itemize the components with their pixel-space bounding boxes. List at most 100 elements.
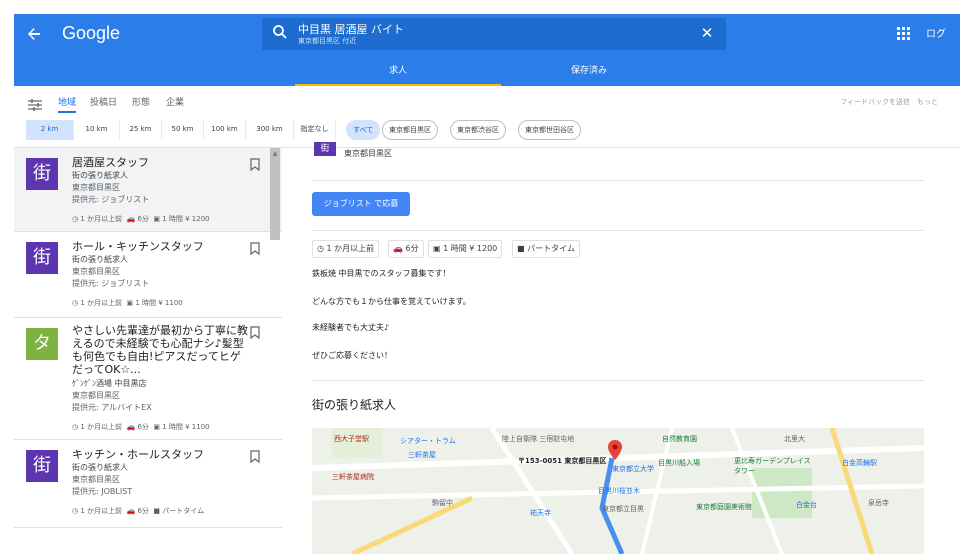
filter-bar: 地域 投稿日 形態 企業 フィードバックを送信 もっと (14, 88, 960, 116)
job-company: 街の張り紙求人 (72, 171, 128, 180)
description-line: 鉄板焼 中目黒でのスタッフ募集です！ (312, 269, 451, 278)
map-marker-label: 〒153-0051 東京都目黒区 (518, 457, 607, 465)
divider (312, 380, 924, 381)
back-arrow-icon[interactable] (26, 24, 52, 50)
map-label: 北里大 (784, 435, 805, 443)
job-list-item[interactable]: タ やさしい先輩達が最初から丁寧に教えるので未経験でも心配ナシ♪髪型も何色でも自… (14, 318, 282, 440)
briefcase-icon: ■ (517, 244, 525, 253)
google-logo[interactable]: Google (62, 23, 120, 44)
map-label: 西大子堂駅 (334, 435, 369, 443)
job-source: 提供元: JOBLIST (72, 487, 133, 496)
detail-location: 東京都目黒区 (344, 149, 392, 158)
job-company: 街の張り紙求人 (72, 255, 128, 264)
car-icon: 🚗 (126, 507, 136, 515)
salary-chip: ▣ 1 時間 ¥ 1200 (428, 240, 503, 258)
chip-10km[interactable]: 10 km (74, 120, 120, 140)
search-icon (272, 24, 290, 42)
filter-settings-icon[interactable] (28, 96, 42, 111)
description-line: ぜひご応募ください！ (312, 351, 392, 360)
divider (312, 180, 924, 181)
job-title: やさしい先輩達が最初から丁寧に教えるので未経験でも心配ナシ♪髪型も何色でも自由!… (72, 324, 248, 376)
map-label: シアター・トラム (400, 437, 456, 445)
job-list-item[interactable]: 街 居酒屋スタッフ 街の張り紙求人 東京都目黒区 提供元: ジョブリスト ◷ 1… (14, 148, 282, 232)
map-label: 東京都庭園美術館 (696, 503, 752, 511)
company-logo: 街 (26, 158, 58, 190)
search-query[interactable]: 中目黒 居酒屋 バイト (298, 21, 404, 37)
map-label: 目黒川桜並木 (598, 487, 640, 495)
job-meta: ◷ 1 か月以上前 🚗 6分 ▣ 1 時間 ¥ 1100 (72, 423, 210, 431)
filter-tab-posted[interactable]: 投稿日 (90, 95, 117, 108)
apps-grid-icon[interactable] (897, 27, 911, 41)
chip-area-meguro[interactable]: 東京都目黒区 (382, 120, 438, 140)
search-box[interactable]: 中目黒 居酒屋 バイト 東京都目黒区 付近 ✕ (262, 18, 726, 50)
scroll-up-arrow-icon[interactable]: ▲ (271, 150, 279, 157)
job-meta: ◷ 1 か月以上前 🚗 6分 ■ パートタイム (72, 507, 205, 515)
clock-icon: ◷ (72, 299, 79, 307)
apply-button[interactable]: ジョブリスト で応募 (312, 192, 410, 216)
chip-100km[interactable]: 100 km (204, 120, 246, 140)
job-title: ホール・キッチンスタッフ (72, 240, 204, 253)
chip-area-all[interactable]: すべて (346, 120, 381, 140)
posted-chip: ◷ 1 か月以上前 (312, 240, 380, 258)
money-icon: ▣ (126, 299, 134, 307)
list-scrollbar[interactable] (270, 148, 280, 240)
job-source: 提供元: ジョブリスト (72, 279, 150, 288)
filter-tab-location[interactable]: 地域 (58, 95, 77, 113)
job-meta: ◷ 1 か月以上前 🚗 6分 ▣ 1 時間 ¥ 1200 (72, 215, 210, 223)
map-label: 東京都立大学 (612, 465, 654, 473)
job-title: 居酒屋スタッフ (72, 156, 149, 169)
chip-25km[interactable]: 25 km (120, 120, 162, 140)
map-label: 三軒茶屋病院 (332, 473, 374, 481)
divider (312, 230, 924, 231)
car-icon: 🚗 (126, 215, 136, 223)
company-logo: タ (26, 328, 58, 360)
map-pin-icon[interactable] (608, 440, 622, 460)
type-chip: ■ パートタイム (512, 240, 580, 258)
detail-company-logo: 街 (314, 142, 336, 156)
map-label: 駒留中 (432, 499, 453, 507)
company-logo: 街 (26, 450, 58, 482)
chip-2km[interactable]: 2 km (26, 120, 74, 140)
tab-saved[interactable]: 保存済み (486, 58, 692, 86)
chip-no-limit[interactable]: 指定なし (294, 120, 336, 140)
tab-jobs[interactable]: 求人 (295, 58, 501, 86)
map-label: 泉岳寺 (868, 499, 889, 507)
money-icon: ▣ (153, 215, 160, 223)
map-label: 目黒川船入場 (658, 459, 700, 467)
clock-icon: ◷ (317, 244, 324, 253)
filter-tab-type[interactable]: 形態 (132, 95, 150, 108)
filter-tab-company[interactable]: 企業 (166, 95, 184, 108)
clock-icon: ◷ (72, 423, 79, 431)
feedback-link[interactable]: フィードバックを送信 もっと (840, 97, 938, 107)
clear-search-icon[interactable]: ✕ (698, 23, 716, 43)
job-list-item[interactable]: 街 キッチン・ホールスタッフ 街の張り紙求人 東京都目黒区 提供元: JOBLI… (14, 440, 282, 528)
chip-area-setagaya[interactable]: 東京都世田谷区 (518, 120, 581, 140)
distance-chip: 🚗 6分 (388, 240, 424, 258)
login-button[interactable]: ログ (926, 25, 946, 40)
job-location: 東京都目黒区 (72, 475, 120, 484)
description-line: 未経験者でも大丈夫♪ (312, 323, 390, 332)
job-location: 東京都目黒区 (72, 183, 120, 192)
chip-50km[interactable]: 50 km (162, 120, 204, 140)
location-map[interactable]: 西大子堂駅 シアター・トラム 三軒茶屋 三軒茶屋病院 駒留中 陸上自衛隊 三宿駐… (312, 428, 924, 554)
bookmark-icon[interactable] (250, 448, 262, 464)
job-location: 東京都目黒区 (72, 267, 120, 276)
job-company: ｹﾞﾝｹﾞﾝ酒場 中目黒店 (72, 379, 147, 388)
map-label: 祐天寺 (530, 509, 551, 517)
chip-area-shibuya[interactable]: 東京都渋谷区 (450, 120, 506, 140)
job-title: キッチン・ホールスタッフ (72, 448, 204, 461)
briefcase-icon: ■ (153, 507, 160, 515)
clock-icon: ◷ (72, 215, 79, 223)
car-icon: 🚗 (126, 423, 136, 431)
chip-300km[interactable]: 300 km (246, 120, 294, 140)
company-logo: 街 (26, 242, 58, 274)
section-title: 街の張り紙求人 (312, 398, 397, 412)
job-list-item[interactable]: 街 ホール・キッチンスタッフ 街の張り紙求人 東京都目黒区 提供元: ジョブリス… (14, 232, 282, 318)
bookmark-icon[interactable] (250, 240, 262, 256)
search-location: 東京都目黒区 付近 (298, 37, 357, 45)
bookmark-icon[interactable] (250, 156, 262, 172)
map-label: 恵比寿ガーデンプレイスタワー (734, 457, 811, 475)
bookmark-icon[interactable] (250, 324, 262, 340)
job-source: 提供元: アルバイトEX (72, 403, 152, 412)
clock-icon: ◷ (72, 507, 79, 515)
